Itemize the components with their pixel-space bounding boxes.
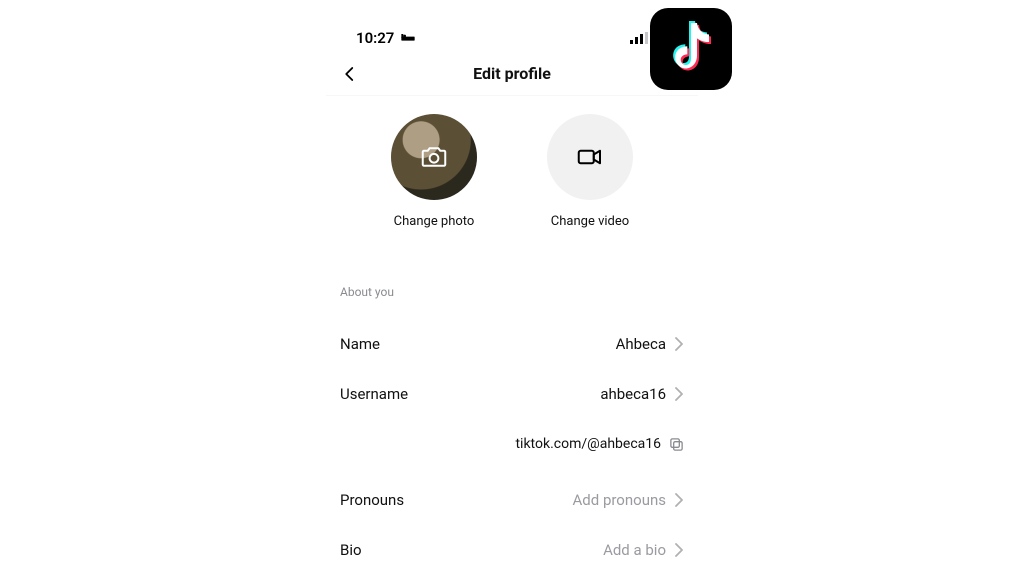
row-username-value: ahbeca16 (600, 385, 666, 403)
status-bar: 10:27 (326, 24, 698, 52)
row-bio-value: Add a bio (603, 541, 666, 559)
row-name[interactable]: Name Ahbeca (326, 319, 698, 369)
video-camera-icon (575, 142, 605, 172)
change-video-button[interactable]: Change video (547, 114, 633, 229)
row-username-label: Username (340, 385, 408, 403)
settings-rows: Name Ahbeca Username ahbeca16 tiktok.com… (326, 319, 698, 575)
avatar (391, 114, 477, 200)
status-left: 10:27 (356, 29, 416, 47)
change-video-label: Change video (551, 214, 629, 229)
phone-frame: 10:27 Edit profile (326, 24, 698, 576)
camera-icon (419, 142, 449, 172)
video-placeholder (547, 114, 633, 200)
tiktok-logo-icon (666, 21, 716, 77)
chevron-right-icon (674, 387, 684, 401)
nav-bar: Edit profile (326, 52, 698, 96)
media-row: Change photo Change video (326, 114, 698, 229)
section-header-about: About you (326, 285, 698, 299)
row-username[interactable]: Username ahbeca16 (326, 369, 698, 419)
chevron-right-icon (674, 543, 684, 557)
status-time: 10:27 (356, 29, 394, 47)
row-name-value: Ahbeca (616, 335, 666, 353)
row-pronouns-label: Pronouns (340, 491, 404, 509)
row-profile-link[interactable]: tiktok.com/@ahbeca16 (326, 419, 698, 469)
change-photo-label: Change photo (394, 214, 475, 229)
profile-link-text: tiktok.com/@ahbeca16 (515, 436, 661, 452)
chevron-left-icon (341, 65, 359, 83)
chevron-right-icon (674, 493, 684, 507)
page-title: Edit profile (473, 64, 551, 83)
row-pronouns[interactable]: Pronouns Add pronouns (326, 475, 698, 525)
row-bio[interactable]: Bio Add a bio (326, 525, 698, 575)
change-photo-button[interactable]: Change photo (391, 114, 477, 229)
row-bio-label: Bio (340, 541, 362, 559)
back-button[interactable] (336, 60, 364, 88)
row-pronouns-value: Add pronouns (573, 491, 666, 509)
chevron-right-icon (674, 337, 684, 351)
cellular-signal-icon (630, 32, 648, 44)
sleep-icon (400, 30, 416, 46)
tiktok-app-icon (650, 8, 732, 90)
row-name-label: Name (340, 335, 380, 353)
copy-icon (669, 437, 684, 452)
